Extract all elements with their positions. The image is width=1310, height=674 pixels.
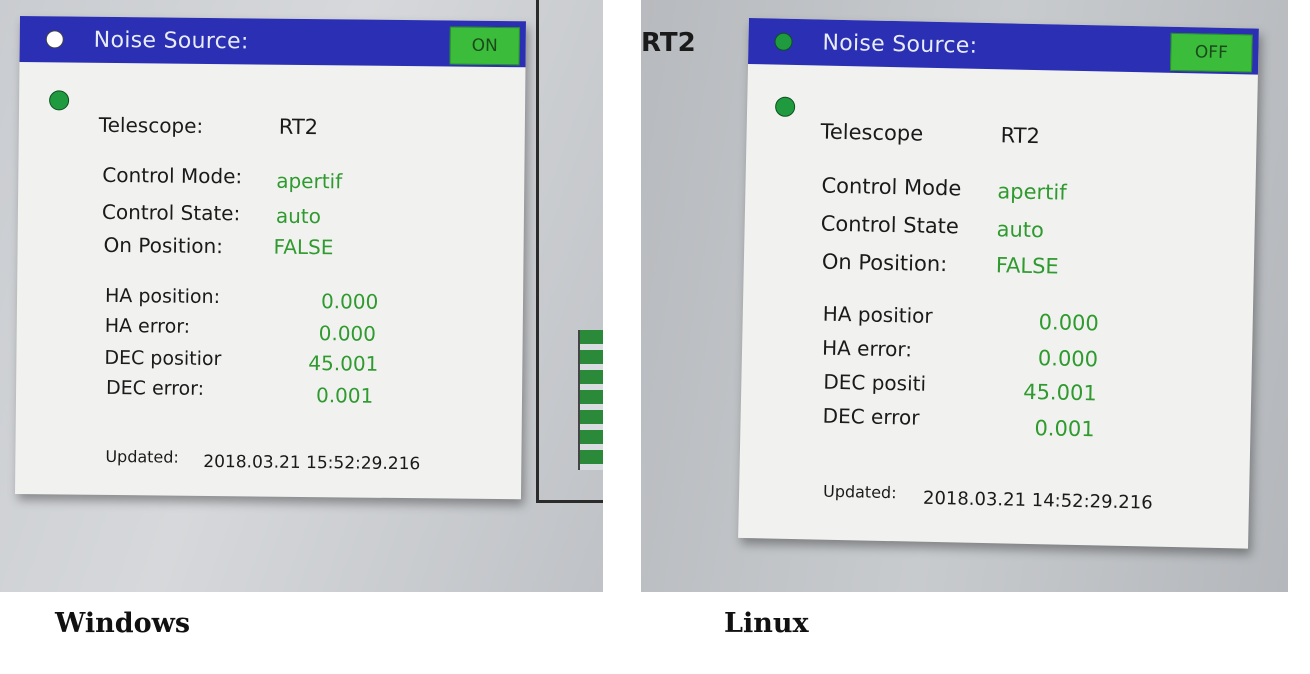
panel-title: Noise Source:: [93, 27, 249, 54]
ha-error-label: HA error:: [821, 335, 913, 362]
dec-position-label: DEC positi: [823, 369, 927, 396]
dec-error-value: 0.001: [1034, 416, 1095, 442]
updated-label: Updated:: [105, 446, 179, 467]
ha-position-label: HA positior: [822, 301, 933, 328]
windows-screenshot-photo: Noise Source: ON Telescope: RT2 Control …: [0, 0, 603, 592]
control-state-label: Control State:: [101, 199, 241, 226]
telescope-label: Telescope:: [98, 112, 204, 138]
on-position-value: FALSE: [995, 253, 1059, 279]
updated-timestamp: 2018.03.21 14:52:29.216: [922, 487, 1153, 514]
ha-position-value: 0.000: [320, 289, 379, 314]
dec-error-value: 0.001: [315, 383, 374, 408]
dec-position-label: DEC positior: [104, 346, 222, 371]
control-mode-value: apertif: [276, 168, 343, 194]
status-led-icon: [49, 90, 70, 111]
telescope-value: RT2: [1000, 123, 1041, 149]
ha-error-label: HA error:: [104, 314, 191, 338]
ha-position-value: 0.000: [1038, 310, 1100, 336]
background-window-strip: [578, 330, 603, 470]
control-state-value: auto: [275, 203, 322, 229]
dec-position-value: 45.001: [308, 351, 379, 376]
updated-timestamp: 2018.03.21 15:52:29.216: [203, 451, 421, 475]
control-mode-label: Control Mode: [821, 173, 962, 201]
panel-title: Noise Source:: [822, 30, 978, 59]
noise-source-panel: Noise Source: ON Telescope: RT2 Control …: [14, 16, 526, 500]
control-state-value: auto: [996, 217, 1045, 243]
noise-source-toggle-button[interactable]: ON: [449, 26, 520, 66]
on-position-label: On Position:: [103, 232, 224, 259]
noise-source-panel: Noise Source: OFF Telescope RT2 Control …: [738, 18, 1259, 549]
ha-error-value: 0.000: [1037, 346, 1099, 372]
updated-label: Updated:: [822, 481, 897, 503]
panel-titlebar: Noise Source: ON: [19, 16, 526, 68]
linux-screenshot-photo: RT2 Noise Source: OFF Telescope RT2 Cont…: [641, 0, 1288, 592]
telescope-value: RT2: [278, 114, 319, 140]
linux-caption: Linux: [724, 608, 809, 639]
dec-position-value: 45.001: [1022, 379, 1097, 406]
windows-caption: Windows: [55, 608, 191, 639]
dec-error-label: DEC error:: [105, 376, 205, 400]
ha-position-label: HA position:: [104, 284, 221, 309]
title-indicator-icon: [45, 30, 64, 49]
telescope-label: Telescope: [820, 119, 924, 146]
panel-titlebar: Noise Source: OFF: [748, 18, 1259, 75]
ha-error-value: 0.000: [318, 321, 377, 346]
status-led-icon: [774, 96, 796, 117]
background-window-title: RT2: [641, 28, 696, 58]
control-mode-value: apertif: [997, 179, 1067, 205]
title-indicator-icon: [774, 32, 793, 51]
on-position-label: On Position:: [821, 249, 948, 277]
on-position-value: FALSE: [273, 234, 334, 260]
dec-error-label: DEC error: [822, 403, 920, 430]
noise-source-toggle-button[interactable]: OFF: [1169, 32, 1253, 73]
control-state-label: Control State: [820, 211, 960, 239]
control-mode-label: Control Mode:: [102, 162, 243, 189]
